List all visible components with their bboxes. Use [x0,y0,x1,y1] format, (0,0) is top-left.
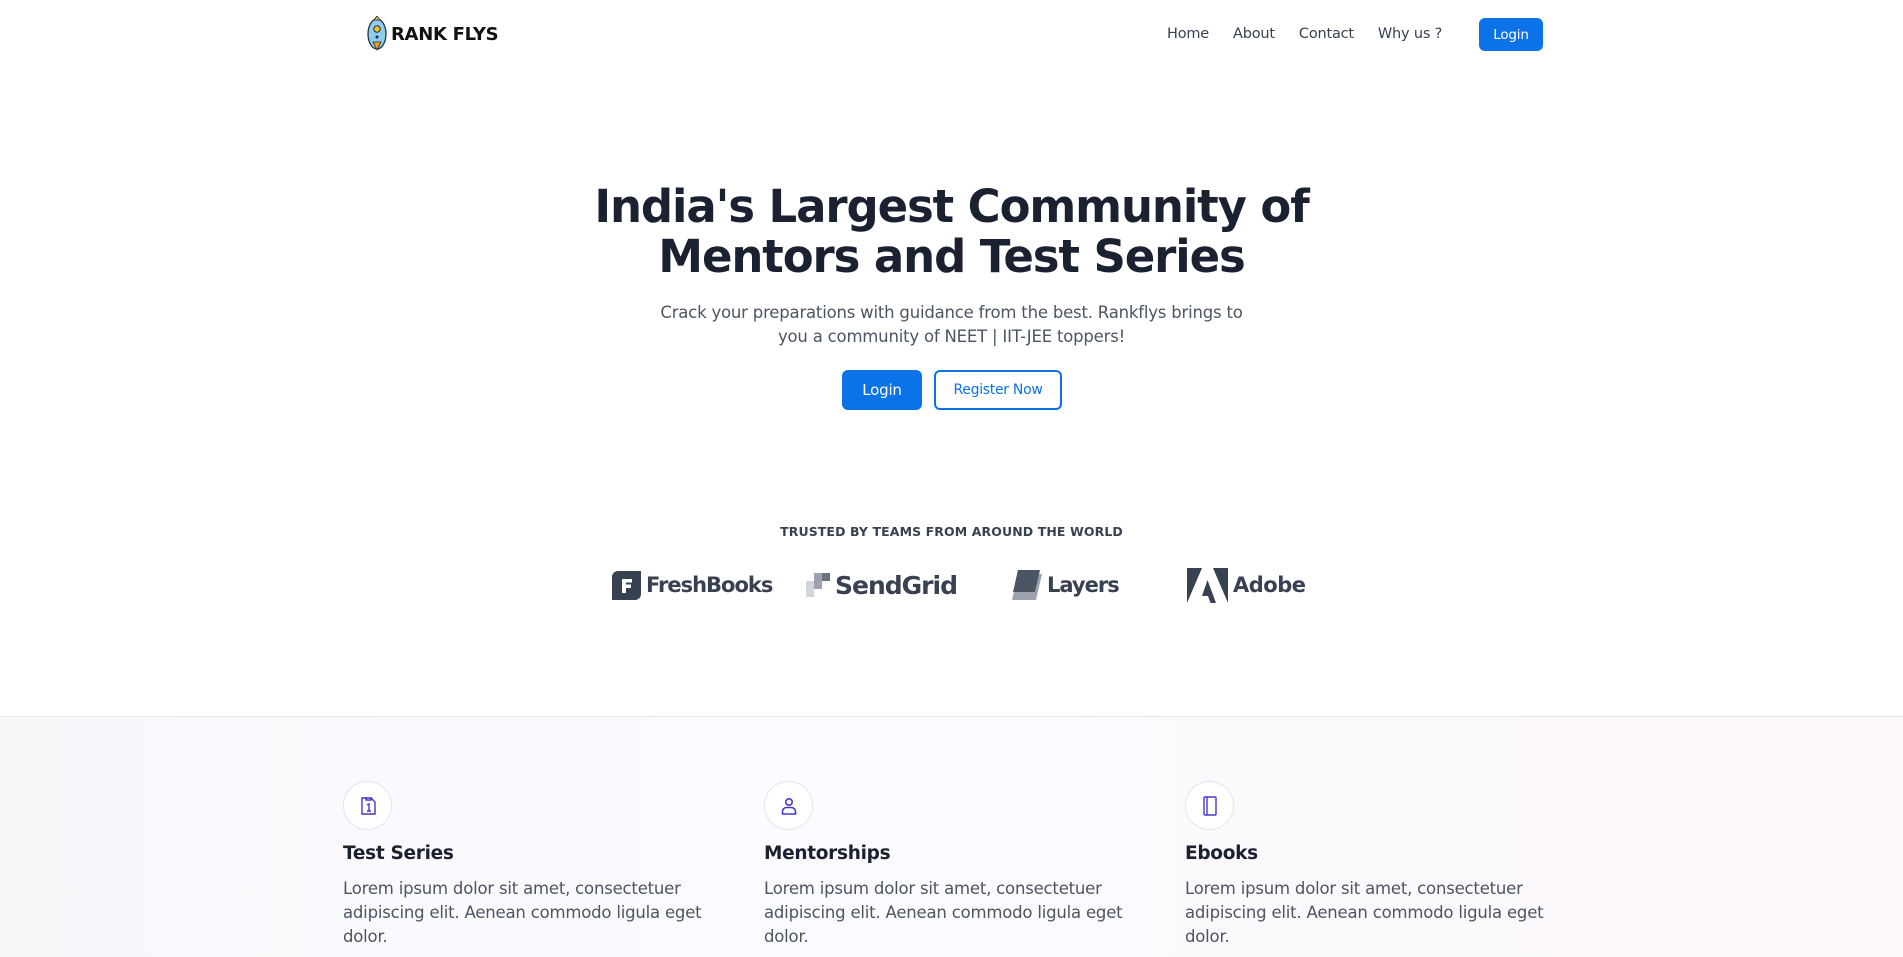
feature-card-mentorships: Mentorships Lorem ipsum dolor sit amet, … [764,781,1144,949]
logo-text-sendgrid: SendGrid [835,570,958,600]
logo-text-freshbooks: FreshBooks [646,573,773,597]
logo-freshbooks: FreshBooks [612,565,773,605]
hero-subtitle: Crack your preparations with guidance fr… [660,303,1243,346]
features-section: Test Series Lorem ipsum dolor sit amet, … [0,716,1903,957]
navbar: RANK FLYS Home About Contact Why us ? Lo… [0,0,1903,68]
sendgrid-icon [806,573,830,597]
feature-title: Test Series [343,843,454,864]
feature-card-test-series: Test Series Lorem ipsum dolor sit amet, … [343,781,723,949]
logo-sendgrid: SendGrid [806,565,958,605]
nav-links: Home About Contact Why us ? [1167,18,1466,50]
test-series-icon [343,781,392,830]
partner-logos: FreshBooks SendGrid Layers Adobe [0,565,1903,605]
feature-text: Lorem ipsum dolor sit amet, consectetuer… [764,879,1123,946]
logo-text-adobe: Adobe [1233,573,1306,597]
hero-login-button[interactable]: Login [842,370,922,410]
hero-title-line1: India's Largest Community of [594,180,1309,233]
adobe-icon [1187,567,1228,603]
layers-icon [1008,568,1042,602]
logo-layers: Layers [1008,565,1120,605]
nav-link-home[interactable]: Home [1167,26,1209,42]
brand-name: RANK FLYS [391,23,499,45]
trusted-heading: TRUSTED BY TEAMS FROM AROUND THE WORLD [780,524,1123,539]
rocket-logo-icon [367,16,387,52]
nav-login-button[interactable]: Login [1479,18,1543,51]
hero-title: India's Largest Community of Mentors and… [0,182,1903,282]
hero-title-line2: Mentors and Test Series [658,230,1246,283]
brand-link[interactable]: RANK FLYS [367,15,499,53]
nav-link-about[interactable]: About [1233,26,1275,42]
register-now-button[interactable]: Register Now [934,370,1062,410]
hero-actions: Login Register Now [842,370,1062,410]
mentor-icon [764,781,813,830]
feature-title: Mentorships [764,843,891,864]
feature-text: Lorem ipsum dolor sit amet, consectetuer… [343,879,702,946]
nav-link-why-us[interactable]: Why us ? [1378,26,1442,42]
nav-link-contact[interactable]: Contact [1299,26,1354,42]
feature-text: Lorem ipsum dolor sit amet, consectetuer… [1185,879,1544,946]
ebook-icon [1185,781,1234,830]
feature-card-ebooks: Ebooks Lorem ipsum dolor sit amet, conse… [1185,781,1565,949]
logo-adobe: Adobe [1187,565,1306,605]
feature-title: Ebooks [1185,843,1258,864]
freshbooks-icon [612,570,641,600]
logo-text-layers: Layers [1047,573,1120,597]
page: RANK FLYS Home About Contact Why us ? Lo… [0,0,1903,957]
